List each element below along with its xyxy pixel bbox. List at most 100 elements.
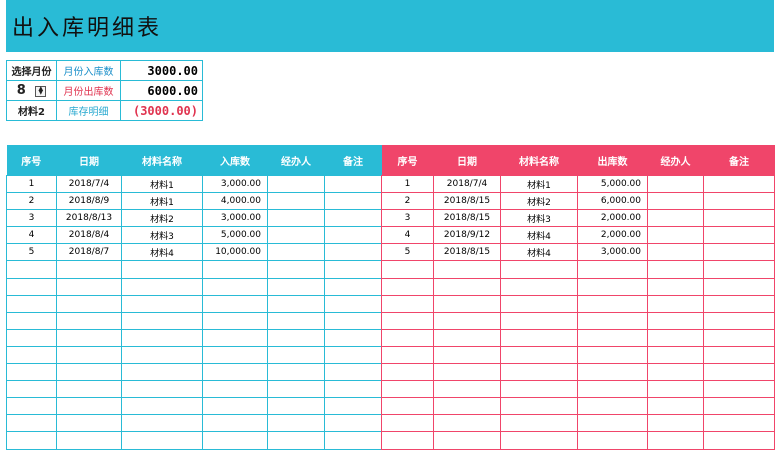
table-cell[interactable] (324, 414, 382, 433)
table-cell[interactable] (267, 174, 325, 194)
table-cell[interactable] (500, 414, 578, 433)
table-cell[interactable] (577, 260, 648, 279)
table-cell[interactable] (647, 226, 704, 245)
table-cell[interactable]: 2 (6, 192, 57, 211)
table-cell[interactable] (202, 277, 268, 296)
table-cell[interactable] (121, 380, 203, 399)
table-cell[interactable]: 材料1 (121, 174, 203, 194)
table-cell[interactable] (647, 397, 704, 416)
table-cell[interactable]: 2018/8/15 (433, 209, 501, 228)
table-cell[interactable] (500, 345, 578, 365)
table-cell[interactable]: 2018/7/4 (433, 174, 501, 194)
table-cell[interactable] (324, 226, 382, 245)
table-cell[interactable] (324, 209, 382, 228)
table-cell[interactable] (267, 431, 325, 450)
table-cell[interactable] (202, 311, 268, 330)
table-cell[interactable] (433, 345, 501, 365)
table-cell[interactable]: 2,000.00 (577, 226, 648, 245)
table-cell[interactable]: 2018/7/4 (56, 174, 122, 194)
table-cell[interactable] (381, 380, 434, 399)
table-cell[interactable] (381, 311, 434, 330)
table-cell[interactable] (6, 431, 57, 450)
table-cell[interactable]: 材料4 (500, 226, 578, 245)
table-cell[interactable] (324, 328, 382, 347)
table-cell[interactable] (433, 260, 501, 279)
table-cell[interactable] (121, 294, 203, 313)
table-cell[interactable] (56, 294, 122, 313)
table-cell[interactable] (433, 397, 501, 416)
table-cell[interactable]: 3,000.00 (577, 243, 648, 262)
table-cell[interactable] (267, 311, 325, 330)
table-cell[interactable] (703, 277, 775, 296)
table-cell[interactable] (433, 414, 501, 433)
table-cell[interactable] (56, 397, 122, 416)
table-cell[interactable] (324, 260, 382, 279)
table-cell[interactable] (267, 328, 325, 347)
table-cell[interactable]: 2018/8/7 (56, 243, 122, 262)
table-cell[interactable] (56, 363, 122, 382)
table-cell[interactable] (647, 277, 704, 296)
table-cell[interactable] (121, 414, 203, 433)
table-cell[interactable]: 2,000.00 (577, 209, 648, 228)
table-cell[interactable]: 材料1 (500, 174, 578, 194)
table-cell[interactable] (121, 311, 203, 330)
table-cell[interactable] (381, 260, 434, 279)
table-cell[interactable]: 3,000.00 (202, 209, 268, 228)
table-cell[interactable]: 1 (381, 174, 434, 194)
table-cell[interactable] (56, 380, 122, 399)
table-cell[interactable] (324, 431, 382, 450)
table-cell[interactable] (703, 414, 775, 433)
table-cell[interactable]: 5 (381, 243, 434, 262)
table-cell[interactable] (647, 192, 704, 211)
table-cell[interactable] (6, 363, 57, 382)
table-cell[interactable] (703, 311, 775, 330)
table-cell[interactable] (56, 328, 122, 347)
table-cell[interactable] (647, 431, 704, 450)
table-cell[interactable]: 3 (381, 209, 434, 228)
table-cell[interactable] (6, 277, 57, 296)
table-cell[interactable] (267, 260, 325, 279)
table-cell[interactable] (577, 328, 648, 347)
table-cell[interactable] (267, 294, 325, 313)
table-cell[interactable] (433, 431, 501, 450)
table-cell[interactable]: 1 (6, 174, 57, 194)
table-cell[interactable]: 2018/8/15 (433, 243, 501, 262)
table-cell[interactable] (577, 277, 648, 296)
table-cell[interactable] (267, 414, 325, 433)
table-cell[interactable] (267, 345, 325, 365)
table-cell[interactable]: 材料1 (121, 192, 203, 211)
table-cell[interactable] (381, 345, 434, 365)
table-cell[interactable] (433, 277, 501, 296)
table-cell[interactable] (500, 311, 578, 330)
table-cell[interactable] (577, 311, 648, 330)
table-cell[interactable] (577, 294, 648, 313)
table-cell[interactable] (381, 363, 434, 382)
table-cell[interactable]: 4,000.00 (202, 192, 268, 211)
table-cell[interactable] (6, 260, 57, 279)
table-cell[interactable] (121, 277, 203, 296)
table-cell[interactable]: 材料4 (500, 243, 578, 262)
table-cell[interactable] (703, 192, 775, 211)
material-selector[interactable]: 材料2 (6, 100, 57, 121)
table-cell[interactable] (703, 260, 775, 279)
table-cell[interactable] (56, 311, 122, 330)
table-cell[interactable] (381, 277, 434, 296)
table-cell[interactable] (647, 260, 704, 279)
table-cell[interactable] (202, 294, 268, 313)
table-cell[interactable] (500, 363, 578, 382)
table-cell[interactable] (202, 380, 268, 399)
table-cell[interactable]: 2018/8/9 (56, 192, 122, 211)
table-cell[interactable] (703, 345, 775, 365)
table-cell[interactable] (647, 328, 704, 347)
table-cell[interactable] (577, 380, 648, 399)
table-cell[interactable]: 5,000.00 (577, 174, 648, 194)
table-cell[interactable] (703, 431, 775, 450)
table-cell[interactable] (324, 380, 382, 399)
table-cell[interactable] (500, 328, 578, 347)
table-cell[interactable] (577, 397, 648, 416)
table-cell[interactable] (6, 380, 57, 399)
table-cell[interactable] (267, 226, 325, 245)
table-cell[interactable] (500, 260, 578, 279)
table-cell[interactable]: 4 (381, 226, 434, 245)
table-cell[interactable] (500, 397, 578, 416)
